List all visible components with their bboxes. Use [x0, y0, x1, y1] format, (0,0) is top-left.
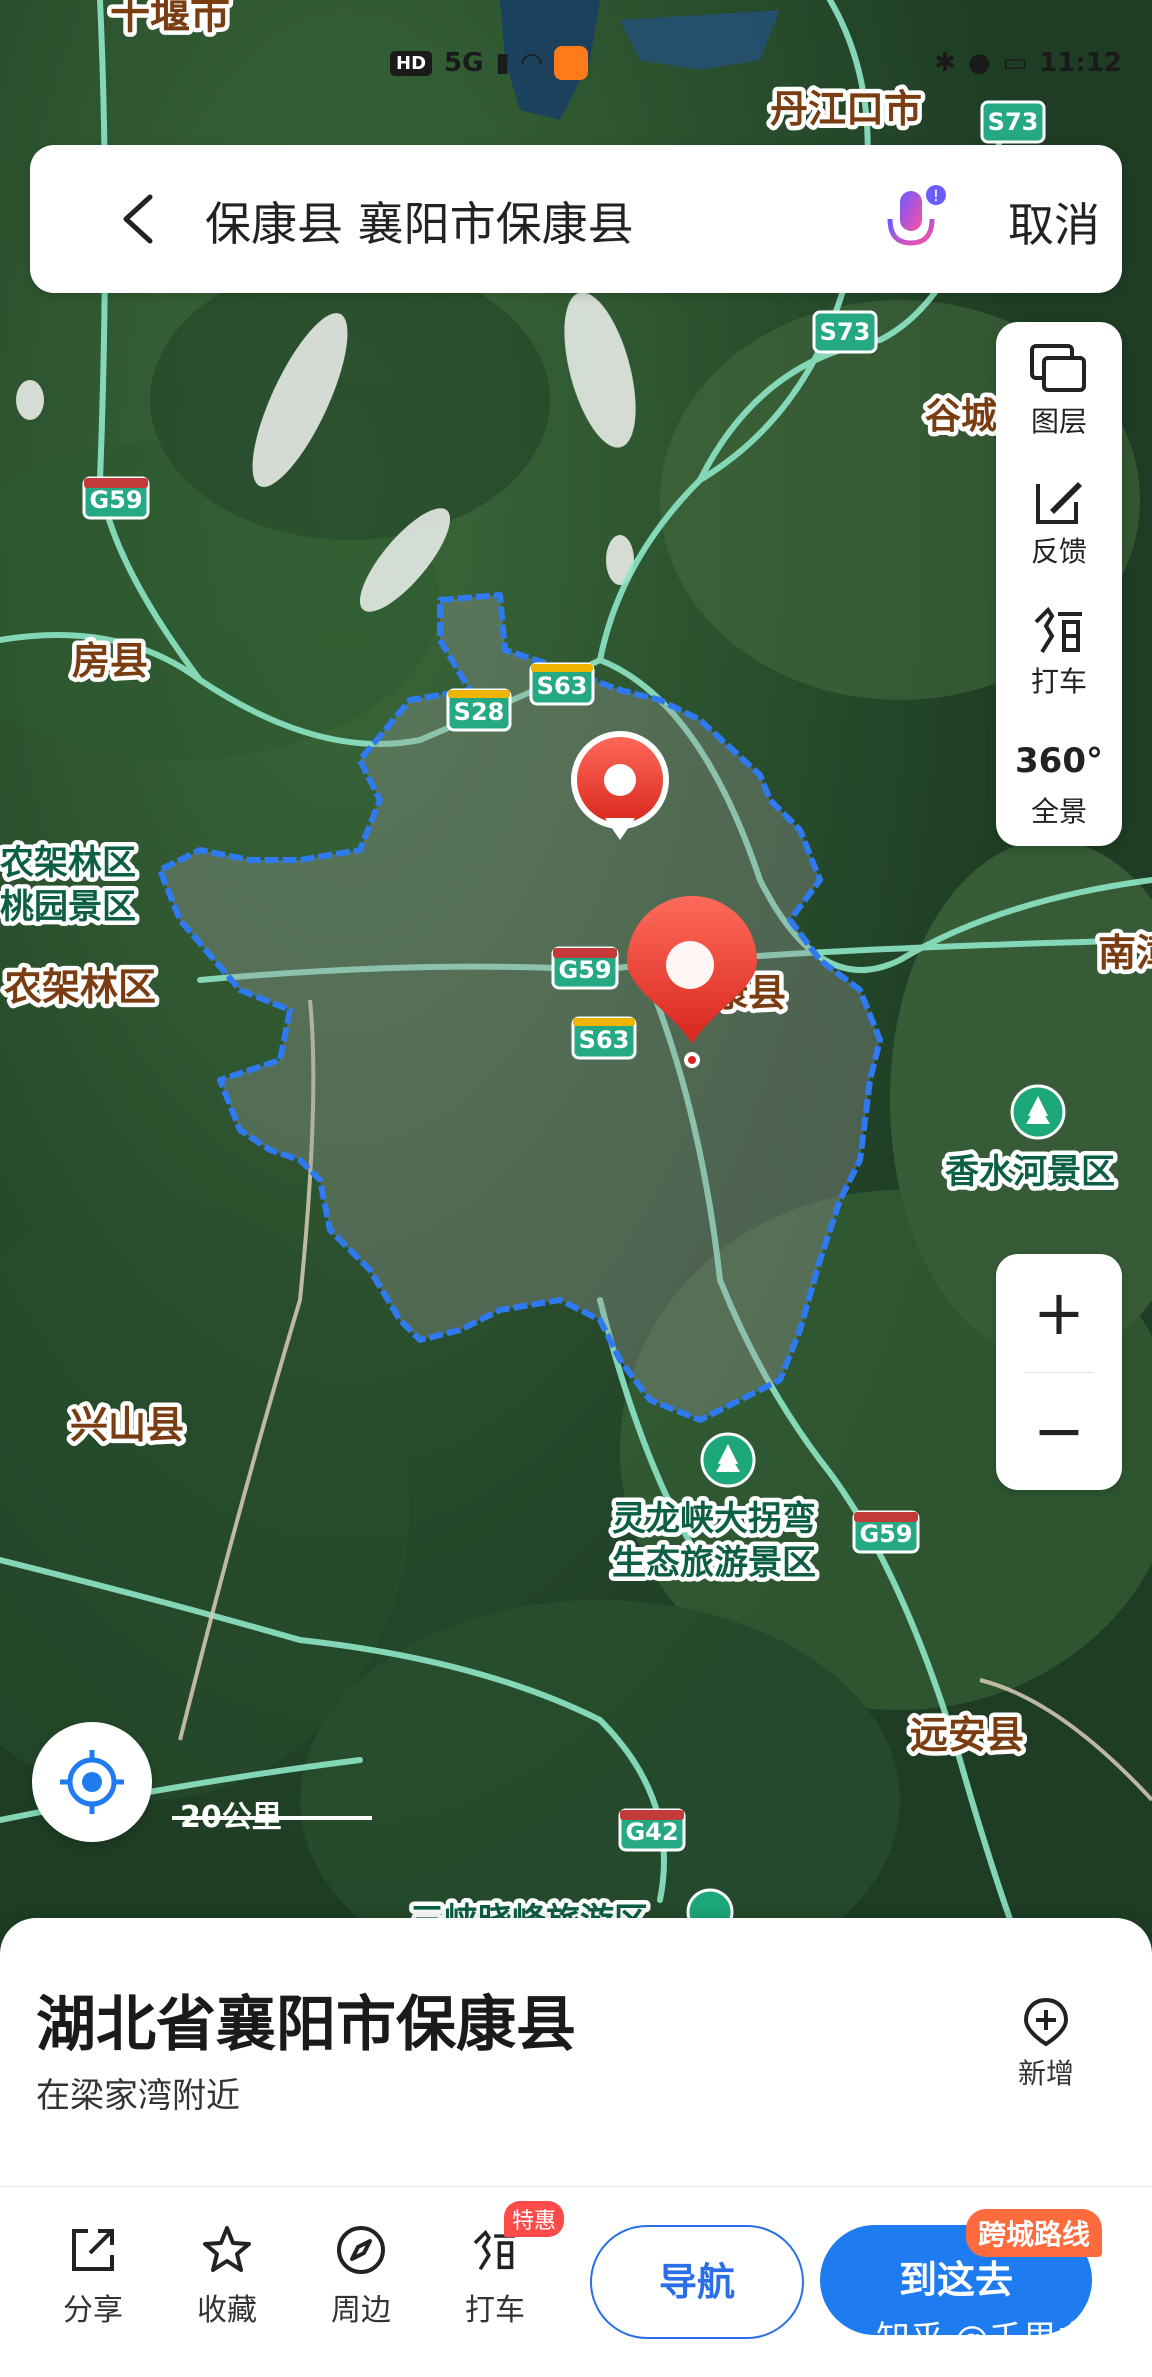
watermark: 知乎 @千里之行: [876, 2319, 1125, 2359]
navigate-button[interactable]: 导航: [590, 2225, 804, 2339]
place-label-xingshan: 兴山县: [70, 1403, 184, 1447]
app-notification-icon: [553, 46, 588, 80]
search-bar[interactable]: 保康县 襄阳市保康县 ! 取消: [30, 145, 1122, 293]
place-label-shiyan: 十堰市: [110, 0, 230, 38]
place-label-nanzhang: 南漳: [1098, 931, 1152, 975]
clock: 11:12: [1039, 48, 1122, 78]
taxi-label: 打车: [1030, 665, 1087, 698]
place-subtitle: 在梁家湾附近: [36, 2076, 240, 2116]
place-label-gucheng: 谷城: [925, 396, 997, 437]
share-icon: [72, 2229, 114, 2271]
microphone-icon[interactable]: !: [878, 183, 948, 259]
place-label-fangxian: 房县: [72, 639, 148, 683]
svg-text:S73: S73: [988, 108, 1039, 136]
scenic-spot-icon[interactable]: [700, 1432, 756, 1488]
taxi-action-label: 打车: [465, 2293, 525, 2328]
highway-shield-s63: S63: [529, 662, 595, 706]
add-place-button[interactable]: 新增: [996, 1996, 1096, 2092]
map-scale: 20公里: [172, 1796, 372, 1835]
scale-bar: [172, 1816, 372, 1820]
favorite-button[interactable]: 收藏: [172, 2223, 282, 2329]
place-label-shennongjia: 农架林区: [0, 843, 136, 883]
highway-shield-s63: S63: [571, 1016, 637, 1060]
battery-icon: ▭: [1002, 48, 1028, 78]
svg-text:G59: G59: [89, 486, 142, 514]
svg-text:G59: G59: [558, 956, 611, 984]
highway-shield-s73: S73: [980, 100, 1046, 144]
svg-text:S28: S28: [454, 698, 505, 726]
highway-shield-s28: S28: [446, 688, 512, 732]
feedback-button[interactable]: 反馈: [996, 458, 1122, 588]
taxi-icon: [1034, 606, 1082, 654]
highway-shield-s73: S73: [812, 310, 878, 354]
taxi-action-button[interactable]: 特惠 打车: [440, 2201, 565, 2329]
add-place-label: 新增: [1017, 2057, 1074, 2090]
network-type: 5G: [444, 48, 484, 78]
share-button[interactable]: 分享: [38, 2223, 148, 2329]
crosshair-location-icon: [60, 1750, 124, 1814]
share-label: 分享: [63, 2293, 123, 2328]
hd-indicator: HD: [390, 50, 433, 76]
svg-text:G42: G42: [625, 1818, 678, 1846]
compass-icon: [337, 2226, 385, 2274]
highway-shield-g59: G59: [82, 476, 150, 520]
bottom-action-bar: 分享 收藏 周边 特惠 打车 导航 到这去 跨城路线 知乎 @千里之行: [0, 2186, 1152, 2377]
poi-label-linglongxia-2: 生态旅游景区: [612, 1543, 816, 1583]
bluetooth-icon: ✱: [934, 48, 956, 78]
cancel-button[interactable]: 取消: [1008, 189, 1100, 255]
poi-label-linglongxia: 灵龙峡大拐弯: [612, 1499, 816, 1539]
highway-shield-g59: G59: [551, 946, 619, 990]
panorama-360-icon: 360°: [1015, 741, 1103, 781]
svg-text:S63: S63: [579, 1026, 630, 1054]
place-label-shennongjia-2: 农架林区: [4, 965, 156, 1009]
status-bar: HD 5G ▮ ◠ ✱ ● ▭ 11:12: [390, 40, 1122, 86]
zoom-in-button[interactable]: +: [996, 1254, 1122, 1372]
add-location-icon: [1023, 1997, 1069, 2047]
poi-label-xiangshuihe: 香水河景区: [945, 1152, 1115, 1192]
svg-text:S73: S73: [820, 318, 871, 346]
svg-text:!: !: [933, 186, 939, 205]
place-label-danjiangkou: 丹江口市: [770, 87, 922, 131]
highway-shield-g59: G59: [852, 1510, 920, 1554]
scale-label: 20公里: [180, 1800, 282, 1835]
layers-icon: [1030, 344, 1086, 392]
svg-text:G59: G59: [859, 1520, 912, 1548]
my-location-button[interactable]: [32, 1722, 152, 1842]
svg-text:S63: S63: [537, 672, 588, 700]
nearby-label: 周边: [331, 2293, 391, 2328]
location-status-icon: ●: [967, 48, 991, 78]
panorama-label: 全景: [1030, 795, 1087, 828]
signal-icon: ▮: [495, 48, 510, 78]
search-query[interactable]: 保康县 襄阳市保康县: [205, 188, 634, 254]
back-arrow-icon[interactable]: [110, 189, 166, 249]
wifi-icon: ◠: [521, 48, 542, 78]
star-icon: [203, 2226, 251, 2272]
place-label-taoyuan: 桃园景区: [0, 887, 136, 927]
place-title: 湖北省襄阳市保康县: [36, 1990, 576, 2060]
discount-badge: 特惠: [504, 2201, 565, 2237]
edit-feedback-icon: [1036, 482, 1082, 524]
favorite-label: 收藏: [197, 2293, 257, 2328]
nearby-button[interactable]: 周边: [306, 2223, 416, 2329]
zoom-out-button[interactable]: −: [996, 1372, 1122, 1490]
panorama-button[interactable]: 360° 全景: [996, 718, 1122, 848]
map-tools-panel: 图层 反馈 打车 360° 全景: [996, 322, 1122, 846]
highway-shield-g42: G42: [618, 1808, 686, 1852]
zoom-control: + −: [996, 1254, 1122, 1490]
place-label-yuanan: 远安县: [910, 1713, 1024, 1757]
place-info-panel[interactable]: 湖北省襄阳市保康县 在梁家湾附近 新增: [0, 1918, 1152, 2186]
layers-button[interactable]: 图层: [996, 328, 1122, 458]
feedback-label: 反馈: [1030, 535, 1087, 568]
cross-city-route-badge: 跨城路线: [966, 2209, 1103, 2257]
scenic-spot-icon[interactable]: [1010, 1084, 1066, 1140]
layers-label: 图层: [1030, 405, 1087, 438]
taxi-button[interactable]: 打车: [996, 588, 1122, 718]
